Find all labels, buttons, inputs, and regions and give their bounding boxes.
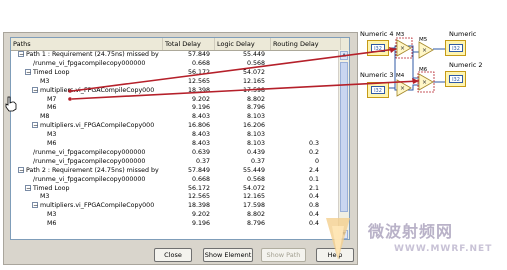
watermark-logo-icon (326, 218, 350, 260)
watermark-url-text: WWW.MWRF.NET (394, 244, 493, 254)
watermark-chinese-text: 微波射频网 (368, 222, 454, 241)
